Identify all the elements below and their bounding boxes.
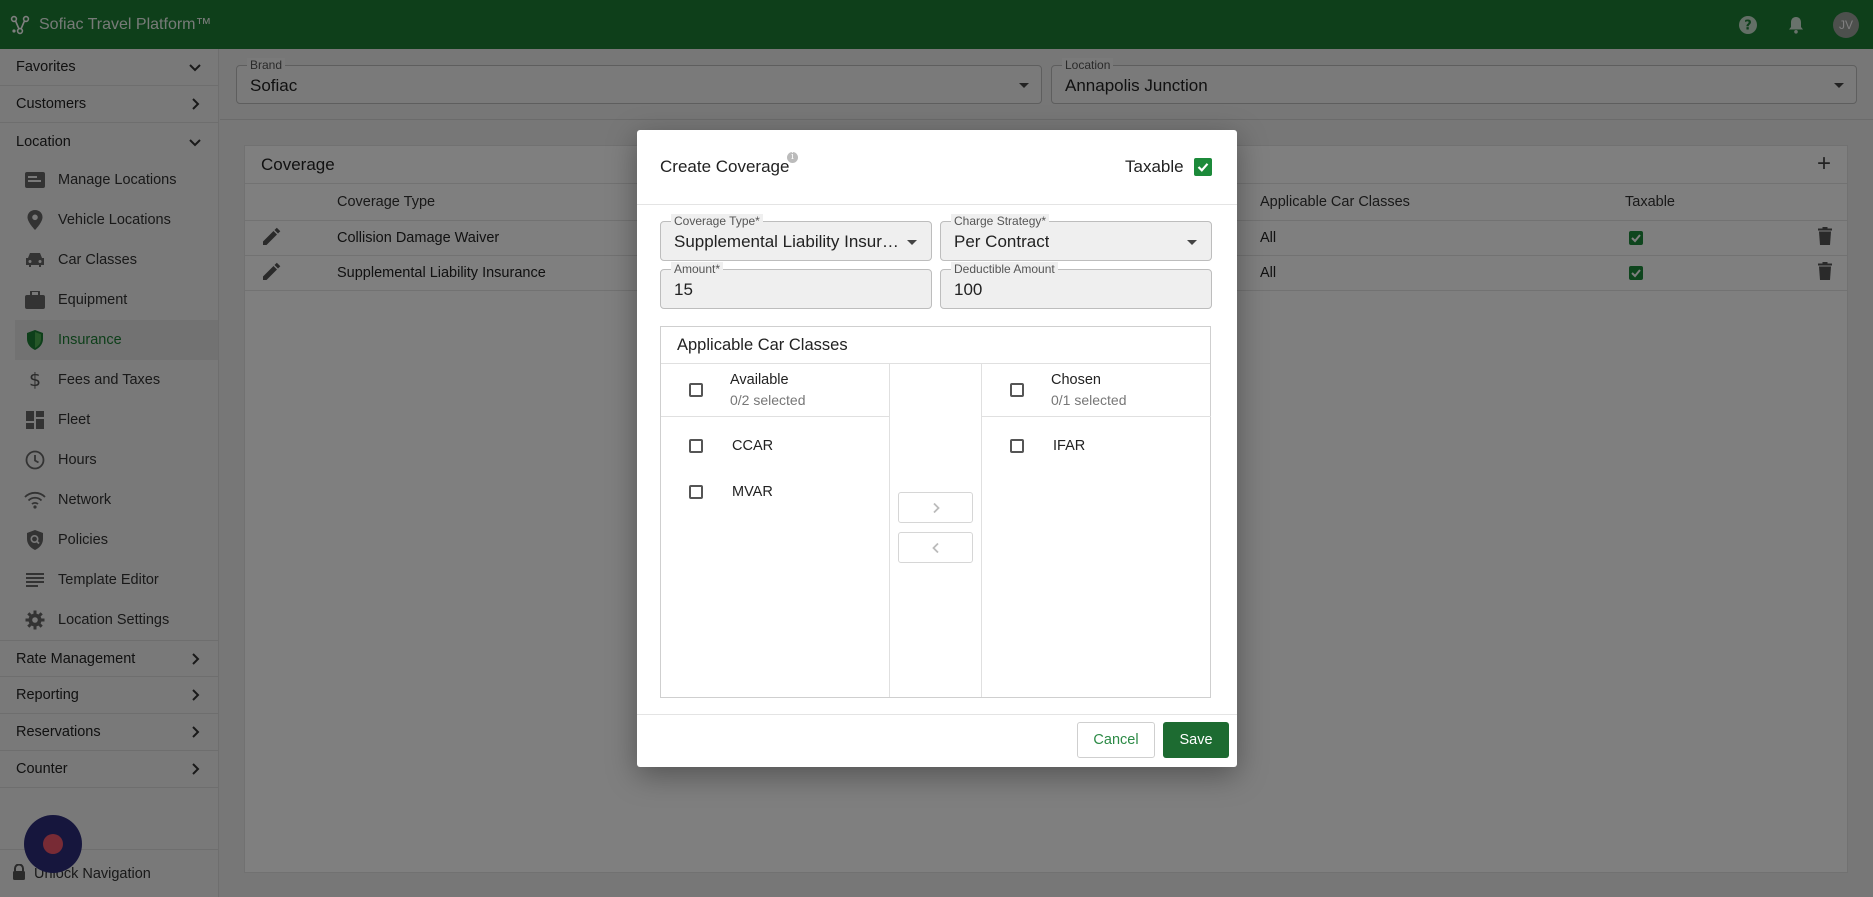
deductible-amount-value: 100 bbox=[954, 280, 983, 299]
create-coverage-dialog: Create Coverage i Taxable Coverage Type*… bbox=[637, 130, 1237, 767]
coverage-type-value: Supplemental Liability Insurance bbox=[674, 232, 899, 251]
list-item[interactable]: MVAR bbox=[661, 469, 889, 515]
charge-strategy-label: Charge Strategy* bbox=[951, 214, 1050, 228]
available-list: Available 0/2 selected CCAR MVAR bbox=[661, 364, 890, 697]
item-label: MVAR bbox=[732, 484, 773, 500]
charge-strategy-select[interactable]: Charge Strategy* Per Contract bbox=[940, 214, 1212, 261]
chevron-left-icon bbox=[931, 542, 939, 553]
car-classes-transfer-list: Applicable Car Classes Available 0/2 sel… bbox=[660, 326, 1211, 698]
amount-label: Amount* bbox=[671, 262, 724, 276]
info-icon[interactable]: i bbox=[787, 152, 798, 163]
save-button[interactable]: Save bbox=[1163, 722, 1229, 758]
dropdown-arrow-icon bbox=[907, 240, 917, 245]
available-label: Available bbox=[730, 372, 789, 388]
item-checkbox[interactable] bbox=[689, 439, 703, 453]
available-selected-count: 0/2 selected bbox=[730, 392, 806, 408]
list-item[interactable]: CCAR bbox=[661, 423, 889, 469]
item-checkbox[interactable] bbox=[1010, 439, 1024, 453]
item-label: IFAR bbox=[1053, 438, 1086, 454]
transfer-title: Applicable Car Classes bbox=[661, 327, 1210, 364]
deductible-amount-field[interactable]: Deductible Amount 100 bbox=[940, 262, 1212, 309]
chosen-selected-count: 0/1 selected bbox=[1051, 392, 1127, 408]
taxable-label: Taxable bbox=[1125, 157, 1184, 176]
chosen-list: Chosen 0/1 selected IFAR bbox=[982, 364, 1211, 697]
dialog-header: Create Coverage i Taxable bbox=[637, 130, 1237, 205]
taxable-checkbox[interactable] bbox=[1194, 158, 1212, 176]
select-all-chosen-checkbox[interactable] bbox=[1010, 383, 1024, 397]
list-item[interactable]: IFAR bbox=[982, 423, 1211, 469]
dialog-title: Create Coverage bbox=[660, 157, 790, 176]
transfer-buttons bbox=[890, 364, 982, 697]
item-checkbox[interactable] bbox=[689, 485, 703, 499]
move-right-button[interactable] bbox=[898, 492, 973, 523]
deductible-amount-label: Deductible Amount bbox=[951, 262, 1058, 276]
cancel-button[interactable]: Cancel bbox=[1077, 722, 1155, 758]
charge-strategy-value: Per Contract bbox=[954, 232, 1050, 251]
coverage-type-select[interactable]: Coverage Type* Supplemental Liability In… bbox=[660, 214, 932, 261]
move-left-button[interactable] bbox=[898, 532, 973, 563]
dialog-footer: Cancel Save bbox=[637, 714, 1237, 767]
select-all-available-checkbox[interactable] bbox=[689, 383, 703, 397]
chosen-label: Chosen bbox=[1051, 372, 1101, 388]
chevron-right-icon bbox=[932, 502, 940, 513]
coverage-type-label: Coverage Type* bbox=[671, 214, 763, 228]
item-label: CCAR bbox=[732, 438, 774, 454]
amount-value: 15 bbox=[674, 280, 693, 299]
chosen-list-header: Chosen 0/1 selected bbox=[982, 364, 1211, 417]
dropdown-arrow-icon bbox=[1187, 240, 1197, 245]
amount-field[interactable]: Amount* 15 bbox=[660, 262, 932, 309]
available-list-header: Available 0/2 selected bbox=[661, 364, 889, 417]
